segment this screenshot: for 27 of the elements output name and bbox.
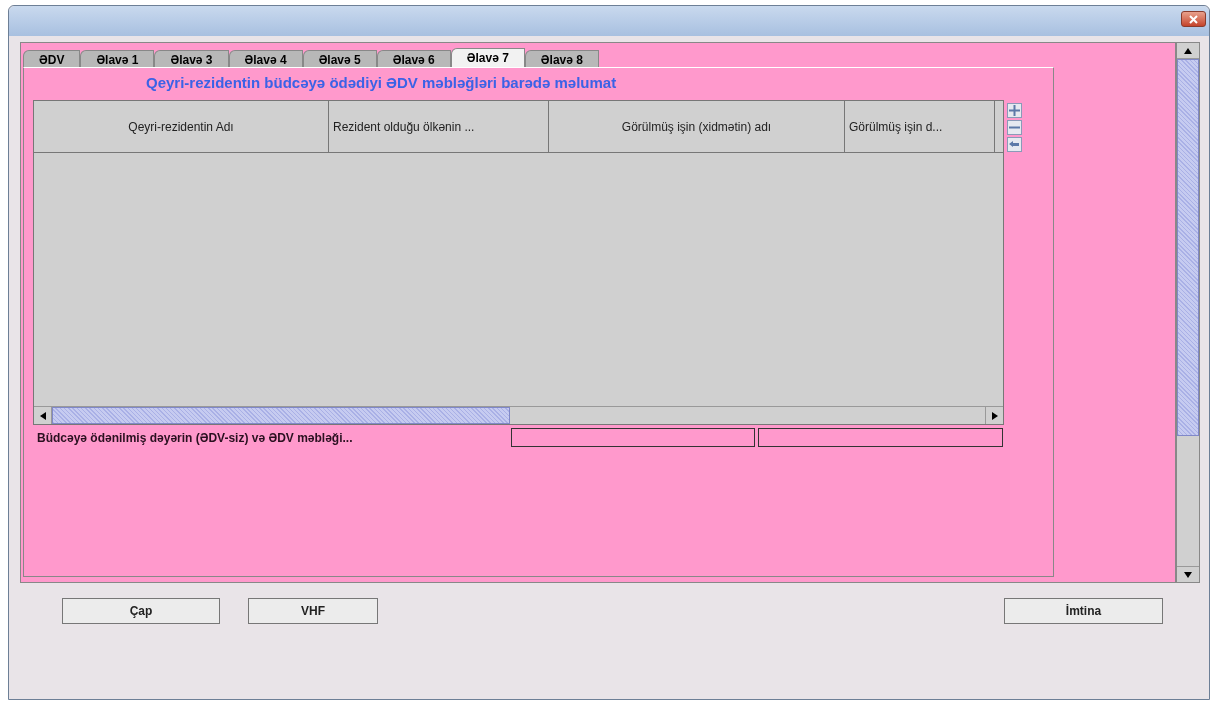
remove-row-icon[interactable] bbox=[1007, 120, 1022, 135]
tab[interactable]: Əlavə 8 bbox=[524, 50, 599, 67]
tab[interactable]: Əlavə 7 bbox=[450, 48, 525, 67]
panel-title: Qeyri-rezidentin büdcəyə ödədiyi ƏDV məbləğləri barədə məlumat bbox=[146, 74, 618, 92]
tab[interactable]: Əlavə 4 bbox=[228, 50, 303, 67]
horizontal-scrollbar[interactable] bbox=[34, 406, 1003, 424]
vertical-scrollbar[interactable] bbox=[1176, 42, 1200, 583]
action-button[interactable]: İmtina bbox=[1004, 598, 1163, 624]
tab[interactable]: Əlavə 3 bbox=[154, 50, 229, 67]
column-header[interactable]: Rezident olduğu ölkənin ... bbox=[329, 101, 549, 152]
add-row-icon[interactable] bbox=[1007, 103, 1022, 118]
summary-label: Büdcəyə ödənilmiş dəyərin (ƏDV-siz) və ƏDV məbləği... bbox=[37, 429, 354, 447]
column-header[interactable]: Görülmüş işin (xidmətin) adı bbox=[549, 101, 845, 152]
tab[interactable]: ƏDV bbox=[23, 50, 81, 67]
scroll-thumb[interactable] bbox=[52, 407, 510, 424]
tab[interactable]: Əlavə 1 bbox=[80, 50, 155, 67]
close-button[interactable] bbox=[1181, 11, 1206, 27]
column-header[interactable]: Qeyri-rezidentin Adı bbox=[34, 101, 329, 152]
undo-icon[interactable] bbox=[1007, 137, 1022, 152]
tab[interactable]: Əlavə 6 bbox=[376, 50, 451, 67]
tab[interactable]: Əlavə 5 bbox=[302, 50, 377, 67]
action-button[interactable]: Çap bbox=[62, 598, 220, 624]
close-icon bbox=[1189, 14, 1198, 24]
input-field[interactable] bbox=[511, 428, 755, 447]
scroll-thumb[interactable] bbox=[1177, 59, 1199, 436]
input-field[interactable] bbox=[758, 428, 1003, 447]
action-button[interactable]: VHF bbox=[248, 598, 378, 624]
